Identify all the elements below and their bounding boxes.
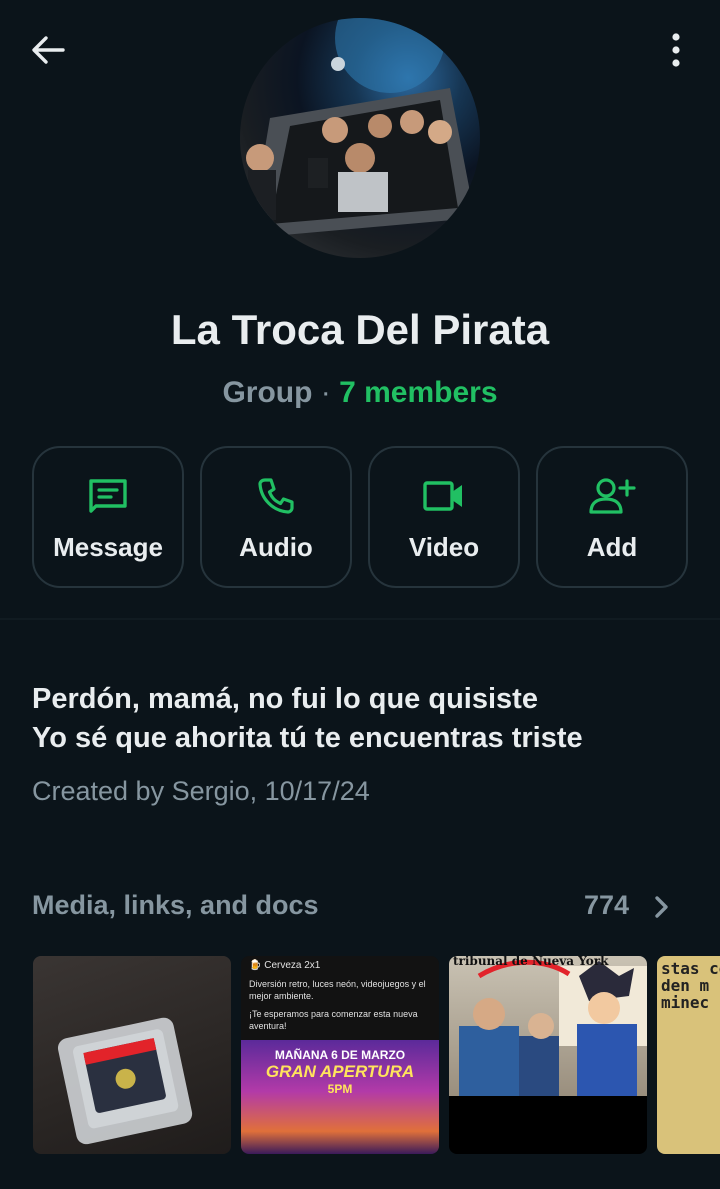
meme-caption-2: stas co den m minec (661, 960, 720, 1011)
subtitle-separator: · (312, 376, 340, 409)
more-vertical-icon (672, 33, 680, 67)
thumbnail-body-1: Diversión retro, luces neón, videojuegos… (249, 979, 426, 1001)
action-buttons: Message Audio Video Add (32, 446, 688, 588)
media-thumbnail[interactable]: 🍺 Cerveza 2x1 Diversión retro, luces neó… (241, 956, 439, 1154)
media-section-header[interactable]: Media, links, and docs 774 (32, 890, 688, 930)
media-count: 774 (584, 890, 630, 920)
poster-line-2: GRAN APERTURA (265, 1062, 415, 1081)
more-options-button[interactable] (654, 26, 698, 74)
meme-image: tribunal de Nueva York (449, 956, 647, 1096)
media-thumbnail[interactable]: stas co den m minec (657, 956, 720, 1154)
group-kind: Group (222, 376, 313, 409)
thumbnail-header: 🍺 Cerveza 2x1 (249, 960, 321, 971)
members-count-link[interactable]: 7 members (339, 376, 497, 409)
game-case-photo (57, 1017, 193, 1145)
meme-caption: tribunal de Nueva York (453, 956, 609, 968)
group-info-screen: La Troca Del Pirata Group · 7 members Me… (0, 0, 720, 1189)
meme-drawing (459, 959, 647, 1096)
audio-call-button[interactable]: Audio (200, 446, 352, 588)
message-button[interactable]: Message (32, 446, 184, 588)
poster-line-1: MAÑANA 6 DE MARZO (274, 1048, 406, 1062)
message-icon (89, 479, 127, 513)
description-line-1: Perdón, mamá, no fui lo que quisiste (32, 683, 538, 715)
add-person-icon (589, 478, 636, 514)
thumbnail-body-2: ¡Te esperamos para comenzar esta nueva a… (249, 1009, 418, 1031)
add-label: Add (586, 532, 638, 562)
section-divider (0, 618, 720, 620)
video-call-button[interactable]: Video (368, 446, 520, 588)
chevron-right-icon (655, 896, 668, 918)
message-label: Message (53, 532, 163, 562)
media-title: Media, links, and docs (32, 890, 319, 920)
media-thumbnails: 🍺 Cerveza 2x1 Diversión retro, luces neó… (33, 956, 720, 1154)
audio-label: Audio (239, 532, 313, 562)
back-button[interactable] (22, 28, 74, 72)
thumbnail-poster: MAÑANA 6 DE MARZO GRAN APERTURA 5PM (241, 1040, 439, 1154)
thumbnail-text: Diversión retro, luces neón, videojuegos… (249, 978, 435, 1032)
media-thumbnail[interactable]: tribunal de Nueva York (449, 956, 647, 1154)
group-name[interactable]: La Troca Del Pirata (0, 306, 720, 354)
group-avatar[interactable] (240, 18, 480, 258)
arrow-left-icon (32, 36, 65, 64)
video-label: Video (408, 532, 480, 562)
group-subtitle: Group · 7 members (0, 376, 720, 410)
created-by-text: Created by Sergio, 10/17/24 (32, 776, 370, 806)
phone-icon (258, 478, 294, 514)
add-member-button[interactable]: Add (536, 446, 688, 588)
media-thumbnail[interactable] (33, 956, 231, 1154)
description-line-2: Yo sé que ahorita tú te encuentras trist… (32, 722, 583, 754)
poster-line-3: 5PM (327, 1082, 353, 1096)
video-camera-icon (423, 481, 462, 511)
meme-caption-2-text: stas co den m minec (661, 959, 720, 1012)
group-photo (246, 18, 475, 238)
group-description[interactable]: Perdón, mamá, no fui lo que quisiste Yo … (32, 680, 692, 758)
